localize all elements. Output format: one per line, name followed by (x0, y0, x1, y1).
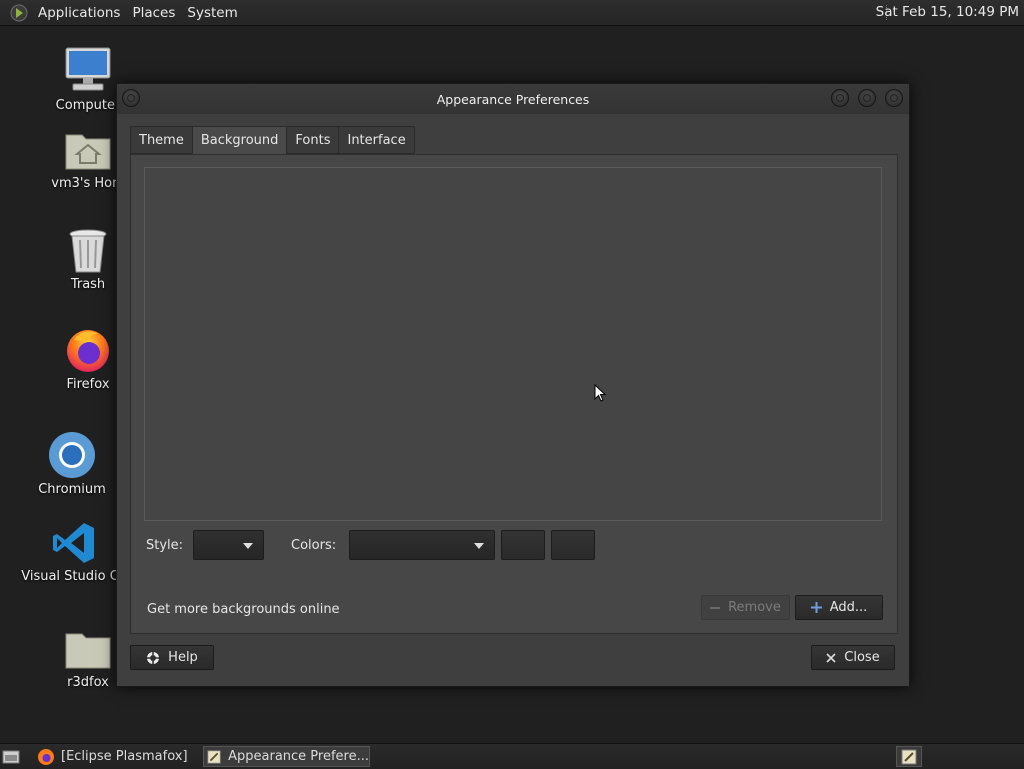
colors-label: Colors: (291, 538, 337, 553)
computer-icon (65, 47, 111, 91)
style-dropdown[interactable] (193, 530, 264, 560)
folder-icon (65, 633, 111, 669)
remove-button[interactable]: Remove (701, 595, 790, 620)
desktop-icon-vscode[interactable]: Visual Studio Co (19, 520, 129, 584)
show-desktop-icon (2, 750, 20, 763)
tab-interface[interactable]: Interface (338, 126, 415, 154)
tab-theme[interactable]: Theme (130, 126, 193, 154)
tab-background[interactable]: Background (191, 126, 288, 154)
style-label: Style: (146, 538, 184, 553)
chromium-icon (49, 432, 95, 478)
maximize-button[interactable] (858, 89, 876, 107)
workspace-switcher[interactable] (896, 746, 922, 767)
window-titlebar[interactable]: Appearance Preferences (117, 84, 909, 114)
vscode-icon (53, 523, 94, 563)
help-button-label: Help (168, 650, 198, 665)
trash-icon (69, 229, 107, 273)
appearance-preferences-window: Appearance Preferences Theme Background … (116, 83, 910, 687)
close-window-button[interactable] (885, 89, 903, 107)
tab-bar: Theme Background Fonts Interface (130, 126, 415, 155)
get-more-backgrounds-link[interactable]: Get more backgrounds online (147, 602, 340, 617)
bottom-taskbar: [Eclipse Plasmafox] Appearance Prefere..… (0, 743, 1024, 769)
firefox-icon (38, 748, 54, 765)
close-button[interactable]: Close (811, 645, 895, 670)
show-desktop-button[interactable] (2, 746, 22, 767)
chevron-down-icon (474, 543, 484, 549)
taskbar-item-appearance-preferences[interactable]: Appearance Prefere... (203, 746, 370, 767)
clock[interactable]: Sat Feb 15, 10:49 PM (876, 4, 1019, 20)
applications-menu[interactable]: Applications (32, 5, 126, 21)
firefox-icon (67, 330, 109, 372)
appearance-icon (901, 749, 917, 764)
tab-fonts[interactable]: Fonts (286, 126, 340, 154)
chevron-down-icon (243, 543, 253, 549)
secondary-color-button[interactable] (551, 530, 595, 560)
system-menu[interactable]: System (181, 5, 243, 21)
desktop-icon-label: Visual Studio Co (21, 569, 127, 584)
primary-color-button[interactable] (501, 530, 545, 560)
minimize-button[interactable] (831, 89, 849, 107)
window-title: Appearance Preferences (436, 92, 590, 107)
remove-button-label: Remove (728, 600, 781, 615)
close-icon (826, 652, 836, 663)
taskbar-item-label: [Eclipse Plasmafox] (61, 749, 188, 764)
taskbar-item-label: Appearance Prefere... (228, 749, 369, 764)
colors-dropdown[interactable] (349, 530, 495, 560)
help-button[interactable]: Help (130, 645, 214, 670)
places-menu[interactable]: Places (126, 5, 181, 21)
desktop-icon-label: Chromium (38, 482, 106, 497)
background-tab-panel: Style: Colors: Get more backgrounds onli… (130, 154, 898, 634)
background-list[interactable] (144, 167, 882, 521)
home-folder-icon (65, 134, 111, 170)
mouse-pointer-icon (594, 384, 606, 402)
top-panel: Applications Places System Sat Feb 15, 1… (0, 0, 1024, 26)
desktop-icon-chromium[interactable]: Chromium (17, 431, 127, 497)
taskbar-item-eclipse-plasmafox[interactable]: [Eclipse Plasmafox] (37, 746, 189, 767)
close-button-label: Close (844, 650, 880, 665)
appearance-icon (207, 749, 221, 764)
plus-icon (810, 602, 822, 613)
add-button-label: Add... (829, 600, 868, 615)
add-button[interactable]: Add... (795, 595, 883, 620)
mate-logo-icon[interactable] (10, 4, 28, 22)
minus-icon (710, 603, 721, 613)
help-lifebuoy-icon (146, 651, 160, 665)
